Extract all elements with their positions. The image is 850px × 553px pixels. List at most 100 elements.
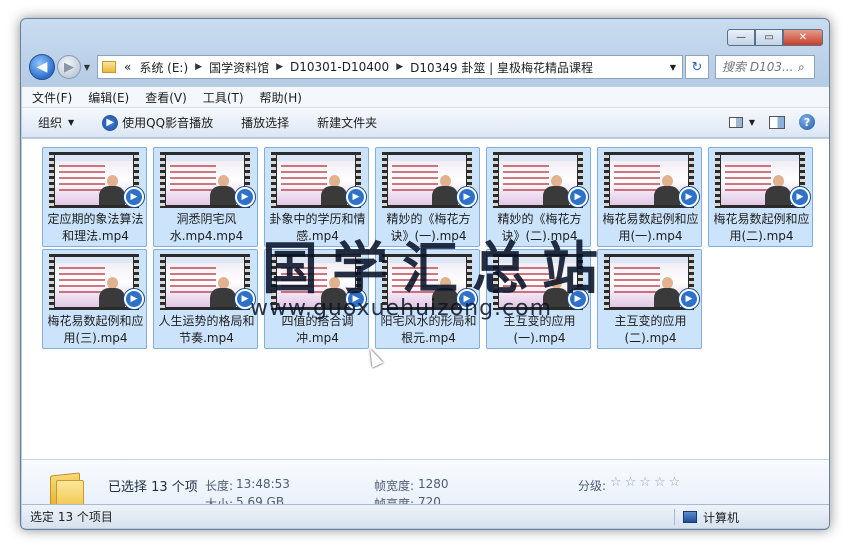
thumbnail-image [166,155,244,205]
file-tile[interactable]: ▶ 精妙的《梅花方诀》(一).mp4 [375,147,480,247]
menu-help[interactable]: 帮助(H) [260,89,302,106]
file-tile[interactable]: ▶ 四值的搭合调冲.mp4 [264,249,369,349]
menu-view[interactable]: 查看(V) [145,89,187,106]
breadcrumb-overflow[interactable]: « [120,60,135,74]
film-strip-icon [493,152,498,208]
qq-player-icon: ▶ [345,186,367,208]
thumbnail-image [388,155,466,205]
selection-summary: 已选择 13 个项 [108,480,198,495]
play-selection-button[interactable]: 播放选择 [241,114,289,131]
file-tile[interactable]: ▶ 卦象中的学历和情感.mp4 [264,147,369,247]
file-tile[interactable]: ▶ 梅花易数起例和应用(一).mp4 [597,147,702,247]
search-icon[interactable]: ⌕ [798,60,805,75]
file-tile[interactable]: ▶ 阳宅风水的形局和根元.mp4 [375,249,480,349]
address-row: ◀ ▶ ▼ « 系统 (E:) ▶ 国学资料馆 ▶ D10301-D10400 … [29,53,823,81]
file-tile[interactable]: ▶ 主互变的应用(一).mp4 [486,249,591,349]
rating-label: 分级: [578,479,607,493]
film-strip-icon [271,254,276,310]
breadcrumb-range[interactable]: D10301-D10400 [286,60,393,74]
qq-player-icon: ▶ [234,288,256,310]
play-with-qq-label: 使用QQ影音播放 [122,116,214,130]
status-computer-text: 计算机 [702,510,739,525]
qq-player-icon: ▶ [123,186,145,208]
menu-tools[interactable]: 工具(T) [203,89,244,106]
file-name: 梅花易数起例和应用(二).mp4 [713,212,810,243]
new-folder-button[interactable]: 新建文件夹 [317,114,377,131]
frame-width-value: 1280 [418,477,449,491]
menu-file[interactable]: 文件(F) [32,89,72,106]
breadcrumb-library[interactable]: 国学资料馆 [205,59,273,76]
qq-player-icon: ▶ [456,186,478,208]
file-name: 主互变的应用(一).mp4 [503,314,576,345]
search-box[interactable]: ⌕ [715,55,815,79]
file-tile[interactable]: ▶ 定应期的象法算法和理法.mp4 [42,147,147,247]
back-button[interactable]: ◀ [29,54,55,80]
thumbnail-image [277,155,355,205]
maximize-button[interactable]: ▭ [755,29,783,46]
refresh-icon: ↻ [691,59,703,75]
file-tile[interactable]: ▶ 主互变的应用(二).mp4 [597,249,702,349]
file-name: 梅花易数起例和应用(三).mp4 [47,314,144,345]
caption-buttons: — ▭ ✕ [727,29,823,46]
file-name: 梅花易数起例和应用(一).mp4 [602,212,699,243]
thumbnail-image [55,257,133,307]
view-dropdown-icon[interactable]: ▼ [749,118,755,127]
menu-edit[interactable]: 编辑(E) [88,89,129,106]
film-strip-icon [715,152,720,208]
file-tile[interactable]: ▶ 精妙的《梅花方诀》(二).mp4 [486,147,591,247]
change-view-icon[interactable] [728,116,743,128]
toolbar-right: ▼ ? [728,114,815,130]
film-strip-icon [160,152,165,208]
play-selection-label: 播放选择 [241,116,290,130]
film-strip-icon [604,152,609,208]
file-name: 卦象中的学历和情感.mp4 [269,212,366,243]
qq-player-icon: ▶ [567,186,589,208]
breadcrumb-separator-icon[interactable]: ▶ [273,62,286,72]
qq-player-icon: ▶ [678,288,700,310]
preview-pane-icon[interactable] [769,115,785,129]
address-dropdown-icon[interactable]: ▼ [664,63,682,72]
breadcrumb-drive[interactable]: 系统 (E:) [135,59,192,76]
search-input[interactable] [722,60,798,74]
file-list-pane[interactable]: ▶ 定应期的象法算法和理法.mp4 ▶ 洞悉阴宅风水.mp4.mp4 ▶ 卦象中的学历和情… [22,139,829,459]
film-strip-icon [271,152,276,208]
length-label: 长度: [205,479,234,493]
qq-player-icon: ▶ [345,288,367,310]
thumbnail-image [499,155,577,205]
film-strip-icon [49,254,54,310]
thumbnail-image [721,155,799,205]
film-strip-icon [160,254,165,310]
organize-button[interactable]: 组织 ▼ [38,114,74,131]
forward-arrow-icon: ▶ [64,59,74,75]
minimize-button[interactable]: — [727,29,755,46]
qq-player-icon: ▶ [567,288,589,310]
help-icon[interactable]: ? [799,114,815,130]
breadcrumb-separator-icon[interactable]: ▶ [192,62,205,72]
rating-stars[interactable]: ☆☆☆☆☆ [610,475,683,490]
refresh-button[interactable]: ↻ [685,55,709,79]
file-tile[interactable]: ▶ 梅花易数起例和应用(三).mp4 [42,249,147,349]
qq-player-icon: ▶ [234,186,256,208]
close-button[interactable]: ✕ [783,29,823,46]
film-strip-icon [604,254,609,310]
breadcrumb-current[interactable]: D10349 卦筮 | 皇极梅花精品课程 [406,59,597,76]
back-arrow-icon: ◀ [36,59,48,75]
play-with-qq-button[interactable]: ▶ 使用QQ影音播放 [102,114,213,131]
file-tile[interactable]: ▶ 洞悉阴宅风水.mp4.mp4 [153,147,258,247]
file-name: 阳宅风水的形局和根元.mp4 [380,314,477,345]
film-strip-icon [382,152,387,208]
file-name: 定应期的象法算法和理法.mp4 [47,212,144,243]
qq-player-icon: ▶ [102,114,119,131]
address-bar[interactable]: « 系统 (E:) ▶ 国学资料馆 ▶ D10301-D10400 ▶ D103… [97,55,683,79]
file-tile[interactable]: ▶ 人生运势的格局和节奏.mp4 [153,249,258,349]
file-tile[interactable]: ▶ 梅花易数起例和应用(二).mp4 [708,147,813,247]
qq-player-icon: ▶ [789,186,811,208]
file-name: 洞悉阴宅风水.mp4.mp4 [169,212,244,243]
qq-player-icon: ▶ [456,288,478,310]
breadcrumb-separator-icon[interactable]: ▶ [393,62,406,72]
file-name: 精妙的《梅花方诀》(一).mp4 [386,212,471,243]
recent-pages-dropdown[interactable]: ▼ [81,63,93,72]
forward-button[interactable]: ▶ [57,55,81,79]
organize-label: 组织 [38,116,63,130]
qq-player-icon: ▶ [678,186,700,208]
